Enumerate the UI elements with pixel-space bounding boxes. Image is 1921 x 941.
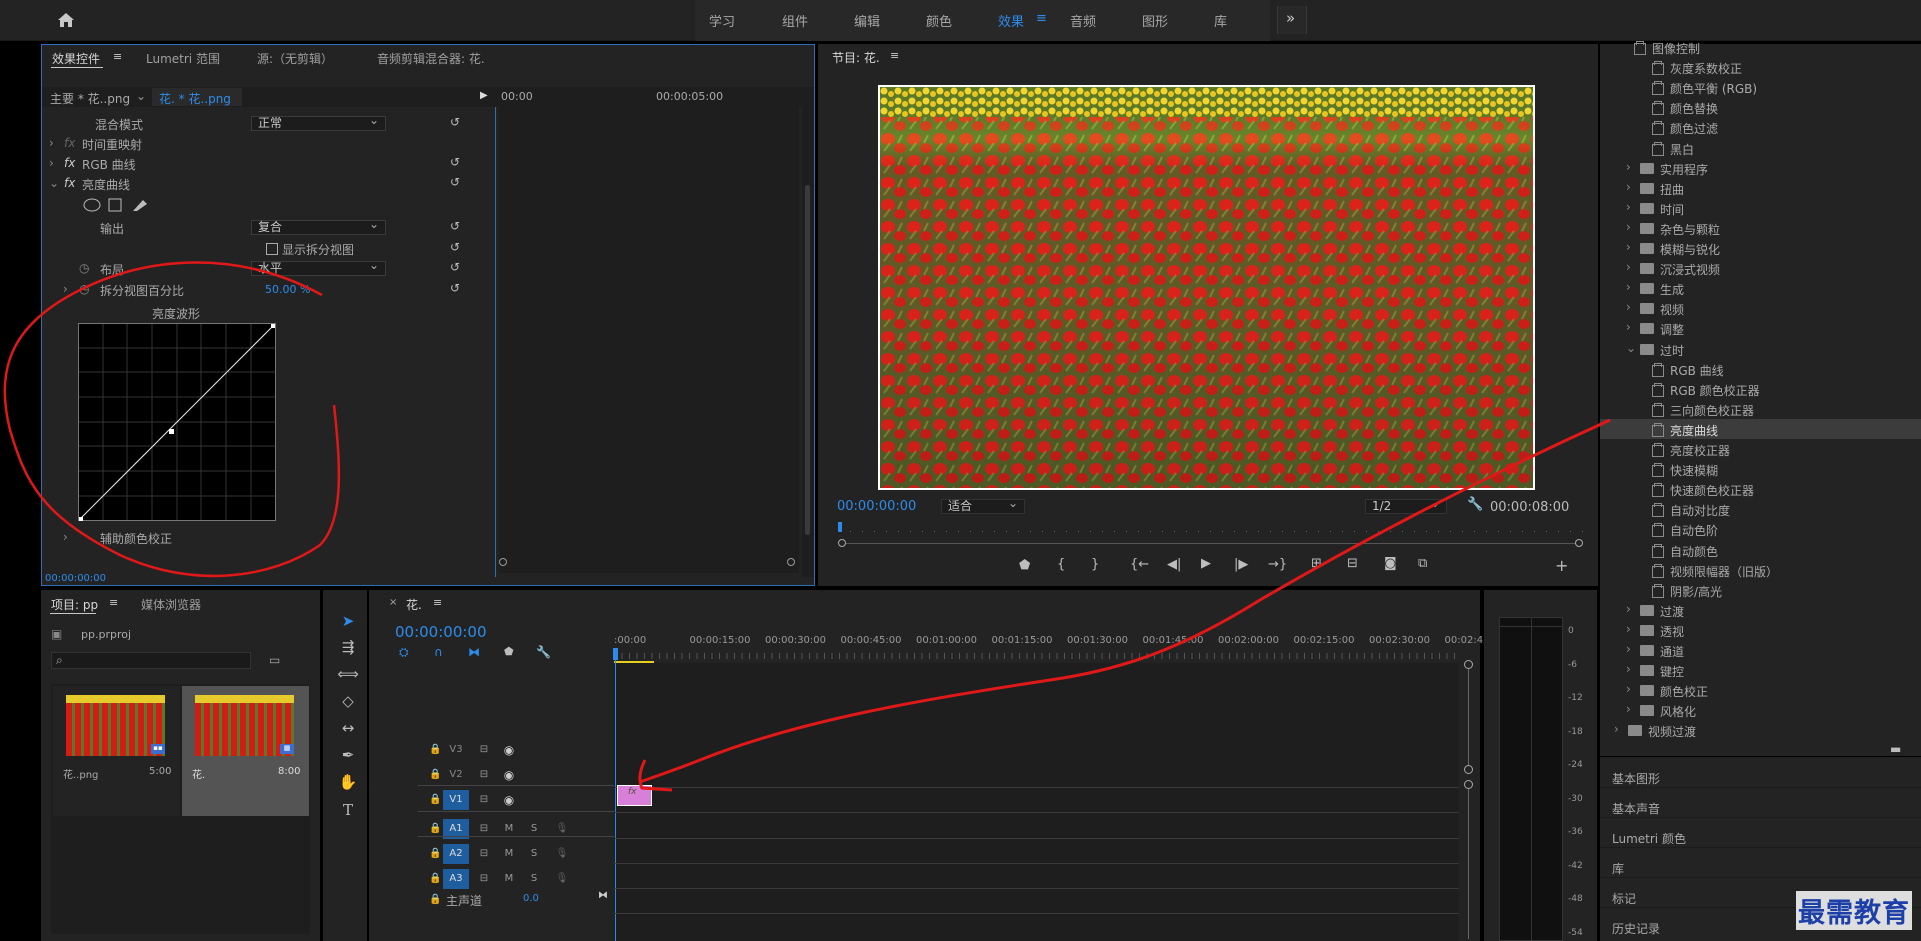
annotation-overlay [3, 261, 1611, 792]
annotation-arrow-line [639, 418, 1611, 784]
watermark-logo: 最需教育 [1796, 891, 1912, 930]
annotation-circle [3, 261, 341, 578]
